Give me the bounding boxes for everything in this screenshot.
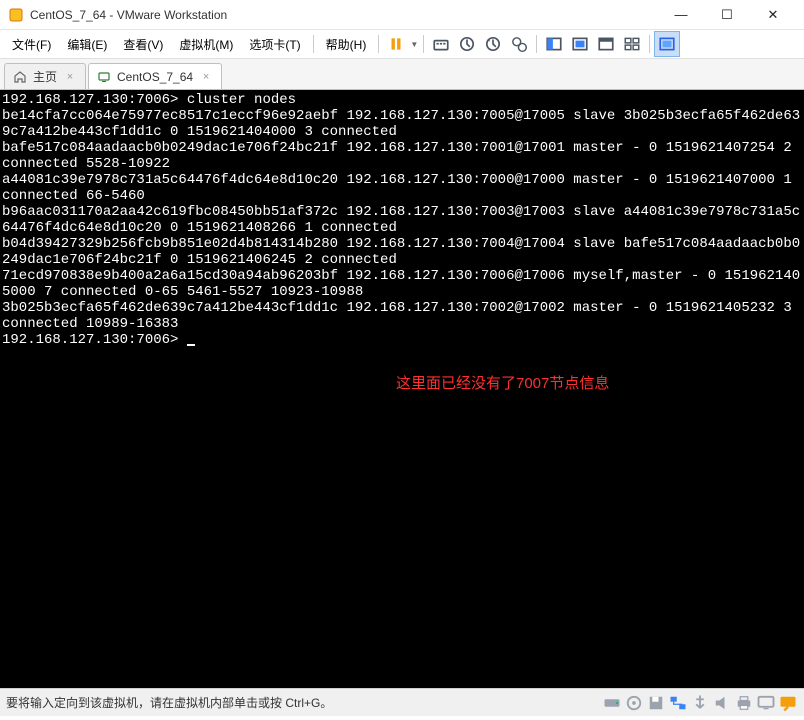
menubar: 文件(F) 编辑(E) 查看(V) 虚拟机(M) 选项卡(T) 帮助(H) ▼ bbox=[0, 30, 804, 58]
titlebar: CentOS_7_64 - VMware Workstation — ☐ ✕ bbox=[0, 0, 804, 30]
menu-tabs[interactable]: 选项卡(T) bbox=[241, 32, 308, 57]
minimize-button[interactable]: — bbox=[658, 0, 704, 30]
maximize-button[interactable]: ☐ bbox=[704, 0, 750, 30]
tab-home-label: 主页 bbox=[33, 68, 57, 85]
terminal[interactable]: 192.168.127.130:7006> cluster nodes be14… bbox=[0, 90, 804, 688]
terminal-line: b04d39427329b256fcb9b851e02d4b814314b280… bbox=[2, 236, 800, 268]
thumbnail-button[interactable] bbox=[619, 31, 645, 57]
console-view-button[interactable] bbox=[593, 31, 619, 57]
tabbar: 主页 × CentOS_7_64 × bbox=[0, 58, 804, 90]
menu-file[interactable]: 文件(F) bbox=[4, 32, 59, 57]
tab-centos[interactable]: CentOS_7_64 × bbox=[88, 63, 222, 89]
snapshot-manager-button[interactable] bbox=[506, 31, 532, 57]
terminal-command: cluster nodes bbox=[187, 92, 296, 108]
hard-disk-icon[interactable] bbox=[602, 693, 622, 713]
terminal-line: 3b025b3ecfa65f462de639c7a412be443cf1dd1c… bbox=[2, 300, 800, 332]
terminal-line: b96aac031170a2aa42c619fbc08450bb51af372c… bbox=[2, 204, 800, 236]
display-icon[interactable] bbox=[756, 693, 776, 713]
snapshot-button[interactable] bbox=[454, 31, 480, 57]
terminal-line: be14cfa7cc064e75977ec8517c1eccf96e92aebf… bbox=[2, 108, 800, 140]
menu-view[interactable]: 查看(V) bbox=[115, 32, 171, 57]
window-title: CentOS_7_64 - VMware Workstation bbox=[30, 8, 227, 22]
tab-home-close[interactable]: × bbox=[63, 70, 77, 84]
printer-icon[interactable] bbox=[734, 693, 754, 713]
cd-icon[interactable] bbox=[624, 693, 644, 713]
network-icon[interactable] bbox=[668, 693, 688, 713]
fullscreen-button[interactable] bbox=[541, 31, 567, 57]
vm-icon bbox=[97, 70, 111, 84]
menu-edit[interactable]: 编辑(E) bbox=[59, 32, 115, 57]
statusbar: 要将输入定向到该虚拟机，请在虚拟机内部单击或按 Ctrl+G。 bbox=[0, 688, 804, 716]
pause-button[interactable] bbox=[383, 31, 409, 57]
terminal-line: 71ecd970838e9b400a2a6a15cd30a94ab96203bf… bbox=[2, 268, 800, 300]
menu-vm[interactable]: 虚拟机(M) bbox=[171, 32, 241, 57]
terminal-line: bafe517c084aadaacb0b0249dac1e706f24bc21f… bbox=[2, 140, 800, 172]
tab-centos-label: CentOS_7_64 bbox=[117, 70, 193, 84]
tab-home[interactable]: 主页 × bbox=[4, 63, 86, 89]
cursor-icon bbox=[187, 344, 195, 346]
terminal-line: a44081c39e7978c731a5c64476f4dc64e8d10c20… bbox=[2, 172, 800, 204]
unity-button[interactable] bbox=[567, 31, 593, 57]
app-icon bbox=[8, 7, 24, 23]
menu-help[interactable]: 帮助(H) bbox=[318, 32, 375, 57]
revert-snapshot-button[interactable] bbox=[480, 31, 506, 57]
power-dropdown[interactable]: ▼ bbox=[409, 40, 419, 49]
usb-icon[interactable] bbox=[690, 693, 710, 713]
stretch-button[interactable] bbox=[654, 31, 680, 57]
status-text: 要将输入定向到该虚拟机，请在虚拟机内部单击或按 Ctrl+G。 bbox=[6, 694, 600, 711]
sound-icon[interactable] bbox=[712, 693, 732, 713]
floppy-icon[interactable] bbox=[646, 693, 666, 713]
home-icon bbox=[13, 70, 27, 84]
send-ctrl-alt-del-button[interactable] bbox=[428, 31, 454, 57]
message-icon[interactable] bbox=[778, 693, 798, 713]
tab-centos-close[interactable]: × bbox=[199, 70, 213, 84]
terminal-prompt: 192.168.127.130:7006> bbox=[2, 92, 187, 108]
terminal-prompt: 192.168.127.130:7006> bbox=[2, 332, 187, 348]
close-button[interactable]: ✕ bbox=[750, 0, 796, 30]
